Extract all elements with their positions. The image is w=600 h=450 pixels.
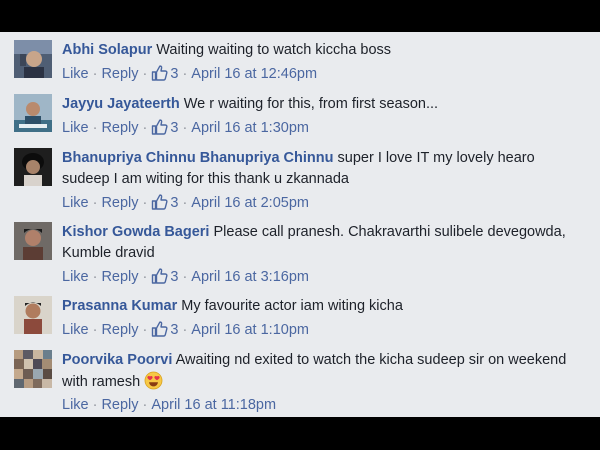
avatar[interactable] bbox=[14, 148, 52, 186]
timestamp-link[interactable]: April 16 at 12:46pm bbox=[191, 66, 317, 82]
reply-link[interactable]: Reply bbox=[101, 322, 138, 338]
reply-link[interactable]: Reply bbox=[101, 66, 138, 82]
like-link[interactable]: Like bbox=[62, 195, 89, 211]
comment-author[interactable]: Prasanna Kumar bbox=[62, 298, 177, 314]
thumbs-up-icon bbox=[151, 194, 168, 216]
avatar[interactable] bbox=[14, 40, 52, 78]
thumbs-up-icon bbox=[151, 321, 168, 343]
like-count[interactable]: 3 bbox=[151, 321, 178, 338]
comment-body: Jayyu Jayateerth We r waiting for this, … bbox=[62, 94, 582, 115]
separator: · bbox=[142, 66, 148, 82]
timestamp-link[interactable]: April 16 at 1:30pm bbox=[191, 120, 309, 136]
comment-body: Prasanna Kumar My favourite actor iam wi… bbox=[62, 296, 582, 317]
reply-link[interactable]: Reply bbox=[101, 269, 138, 285]
like-link[interactable]: Like bbox=[62, 269, 89, 285]
like-count[interactable]: 3 bbox=[151, 194, 178, 211]
comment-body: Abhi Solapur Waiting waiting to watch ki… bbox=[62, 40, 582, 61]
timestamp-link[interactable]: April 16 at 2:05pm bbox=[191, 195, 309, 211]
reply-link[interactable]: Reply bbox=[101, 120, 138, 136]
comment-text: My favourite actor iam witing kicha bbox=[181, 298, 403, 314]
like-link[interactable]: Like bbox=[62, 120, 89, 136]
separator: · bbox=[142, 397, 148, 413]
comment-body: Poorvika Poorvi Awaiting nd exited to wa… bbox=[62, 350, 582, 397]
reply-link[interactable]: Reply bbox=[101, 397, 138, 413]
heart-eyes-emoji-icon bbox=[144, 371, 163, 397]
separator: · bbox=[142, 195, 148, 211]
comment-text: We r waiting for this, from first season… bbox=[183, 96, 439, 112]
thumbs-up-icon bbox=[151, 119, 168, 141]
comment-author[interactable]: Abhi Solapur bbox=[62, 42, 152, 58]
separator: · bbox=[142, 120, 148, 136]
separator: · bbox=[182, 269, 188, 285]
separator: · bbox=[92, 397, 98, 413]
reply-link[interactable]: Reply bbox=[101, 195, 138, 211]
like-count[interactable]: 3 bbox=[151, 65, 178, 82]
comment-author[interactable]: Kishor Gowda Bageri bbox=[62, 224, 209, 240]
separator: · bbox=[182, 195, 188, 211]
comment-actions: Like · Reply · April 16 at 11:18pm bbox=[62, 395, 276, 415]
avatar[interactable] bbox=[14, 94, 52, 132]
timestamp-link[interactable]: April 16 at 11:18pm bbox=[151, 397, 276, 413]
avatar[interactable] bbox=[14, 222, 52, 260]
comment-text: Waiting waiting to watch kiccha boss bbox=[156, 42, 392, 58]
like-link[interactable]: Like bbox=[62, 66, 89, 82]
separator: · bbox=[182, 66, 188, 82]
separator: · bbox=[92, 322, 98, 338]
separator: · bbox=[182, 120, 188, 136]
separator: · bbox=[182, 322, 188, 338]
like-link[interactable]: Like bbox=[62, 397, 89, 413]
comment-body: Kishor Gowda Bageri Please call pranesh.… bbox=[62, 222, 582, 264]
comment-actions: Like · Reply · 3 · April 16 at 12:46pm bbox=[62, 64, 317, 87]
like-count[interactable]: 3 bbox=[151, 119, 178, 136]
like-count[interactable]: 3 bbox=[151, 268, 178, 285]
comment-actions: Like · Reply · 3 · April 16 at 1:10pm bbox=[62, 320, 309, 343]
comment-panel: Abhi Solapur Waiting waiting to watch ki… bbox=[0, 32, 600, 417]
separator: · bbox=[92, 269, 98, 285]
comment-author[interactable]: Bhanupriya Chinnu Bhanupriya Chinnu bbox=[62, 150, 333, 166]
timestamp-link[interactable]: April 16 at 3:16pm bbox=[191, 269, 309, 285]
timestamp-link[interactable]: April 16 at 1:10pm bbox=[191, 322, 309, 338]
separator: · bbox=[92, 195, 98, 211]
avatar[interactable] bbox=[14, 296, 52, 334]
comment-author[interactable]: Jayyu Jayateerth bbox=[62, 96, 180, 112]
separator: · bbox=[92, 120, 98, 136]
thumbs-up-icon bbox=[151, 268, 168, 290]
comment-body: Bhanupriya Chinnu Bhanupriya Chinnu supe… bbox=[62, 148, 582, 190]
comment-actions: Like · Reply · 3 · April 16 at 3:16pm bbox=[62, 267, 309, 290]
avatar[interactable] bbox=[14, 350, 52, 388]
thumbs-up-icon bbox=[151, 65, 168, 87]
separator: · bbox=[92, 66, 98, 82]
comment-actions: Like · Reply · 3 · April 16 at 1:30pm bbox=[62, 118, 309, 141]
comment-actions: Like · Reply · 3 · April 16 at 2:05pm bbox=[62, 193, 309, 216]
separator: · bbox=[142, 269, 148, 285]
comment-author[interactable]: Poorvika Poorvi bbox=[62, 352, 172, 368]
like-link[interactable]: Like bbox=[62, 322, 89, 338]
separator: · bbox=[142, 322, 148, 338]
